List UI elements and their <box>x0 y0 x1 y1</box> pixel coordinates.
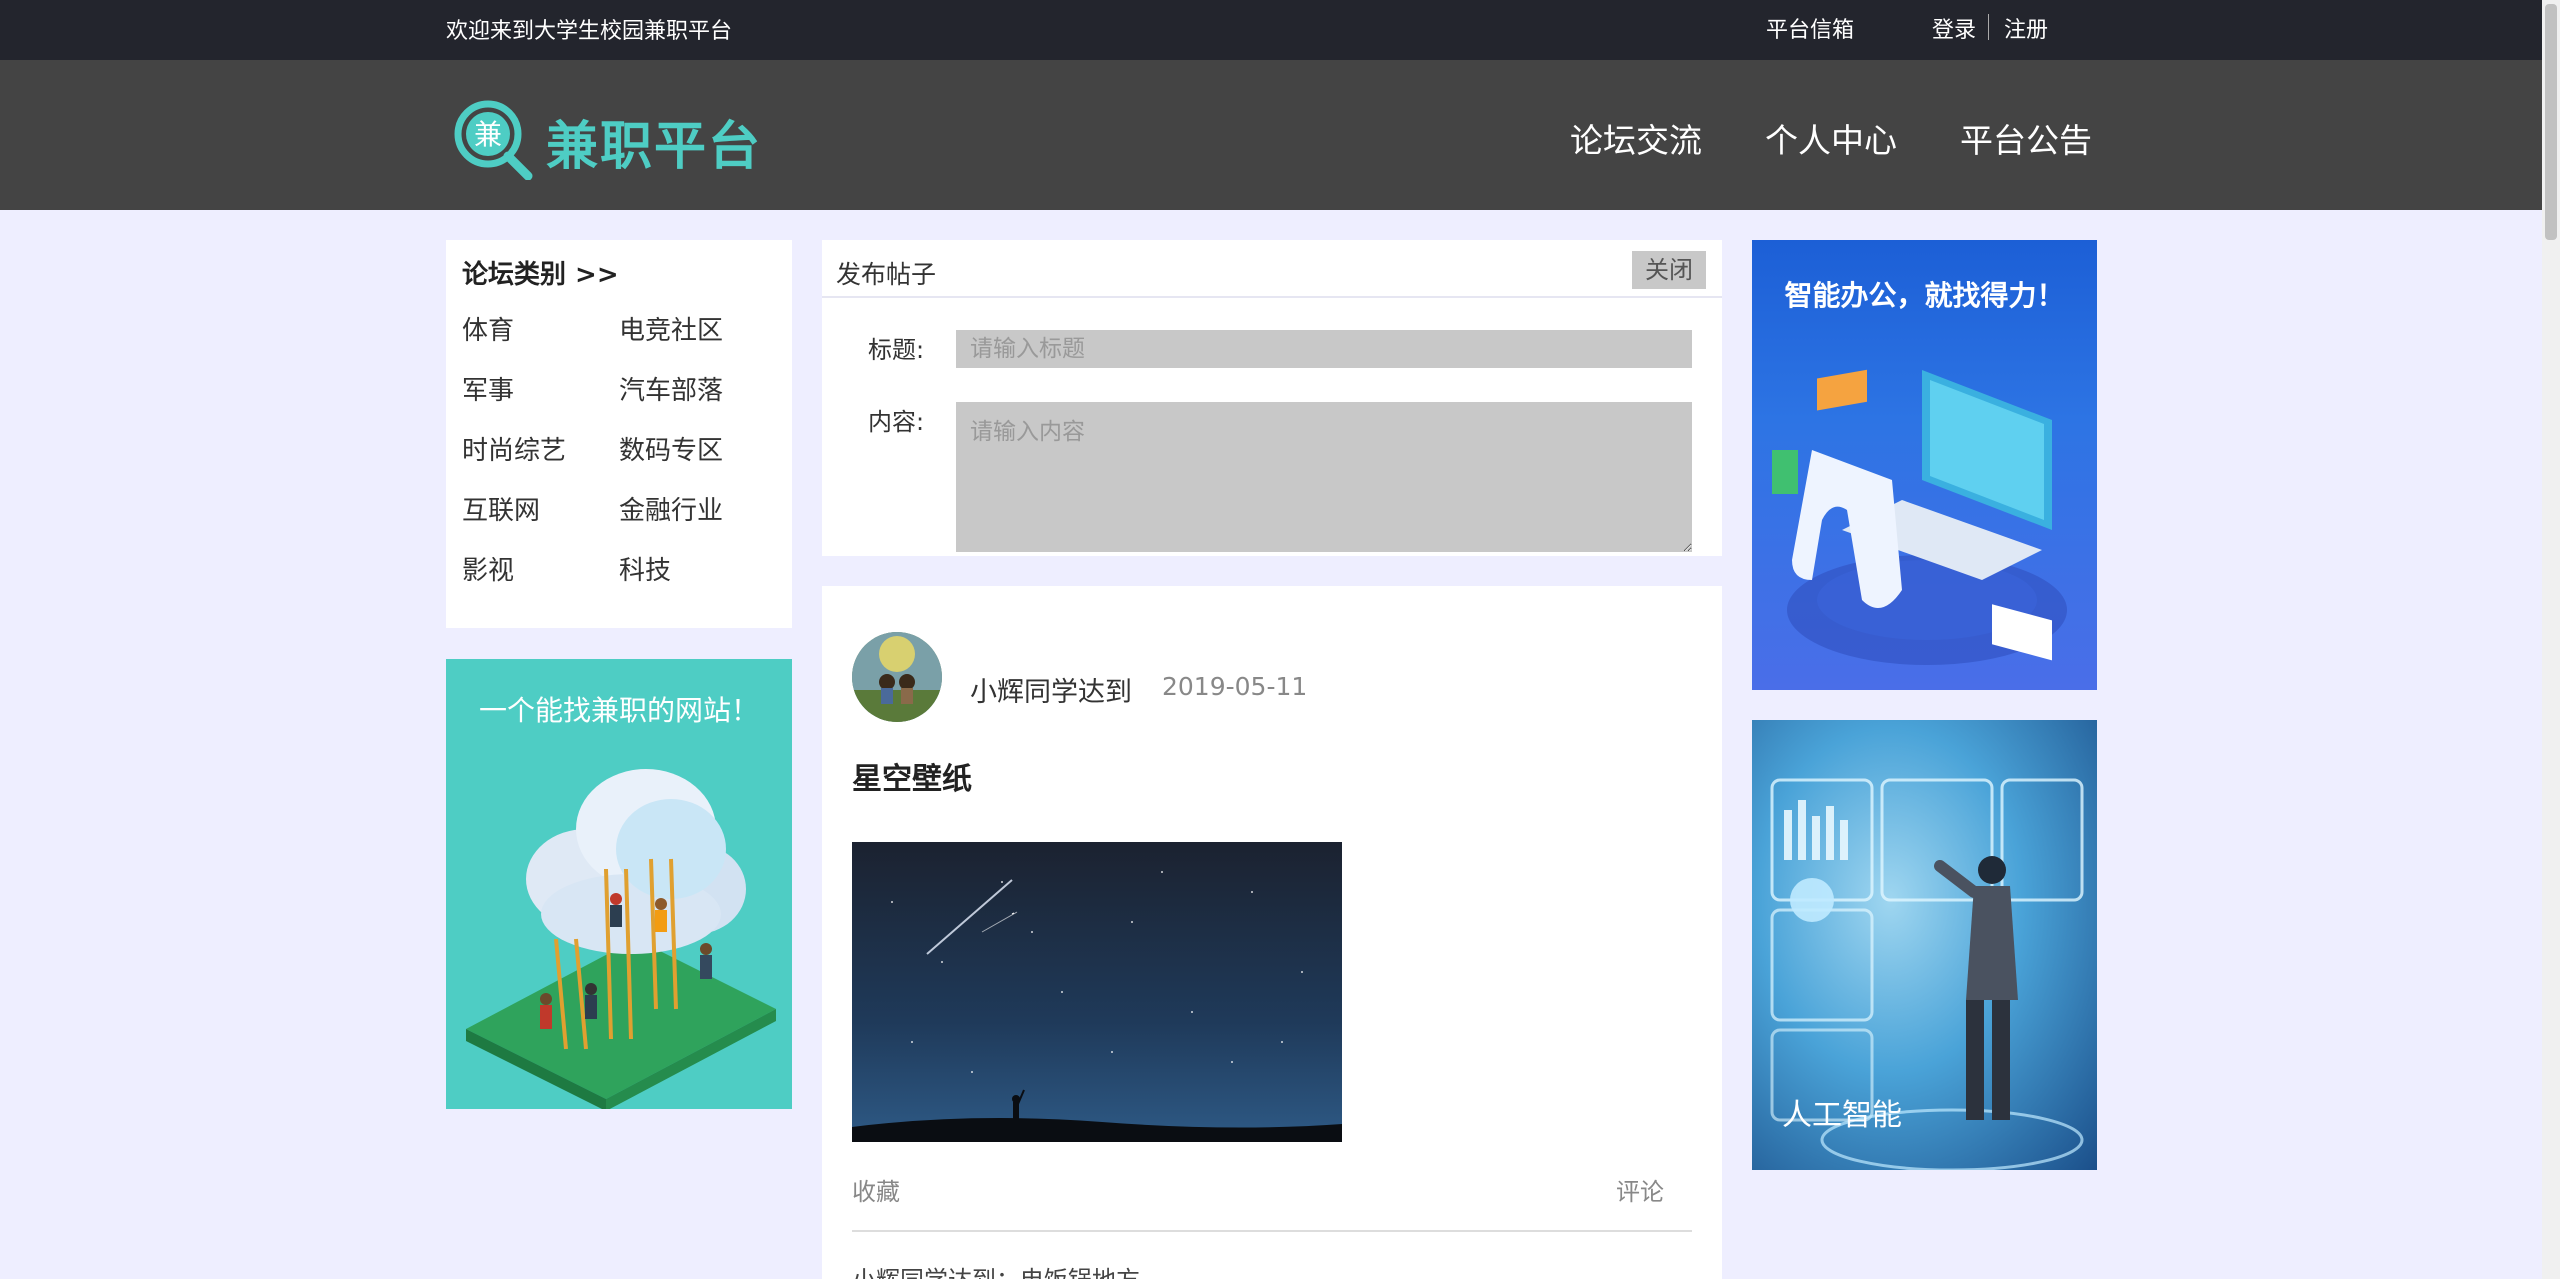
title-label: 标题: <box>868 336 925 364</box>
category-item[interactable]: 军事 <box>462 361 619 421</box>
cloud-ladder-illustration <box>466 769 776 1109</box>
categories-title: 论坛类别 >> <box>462 260 619 290</box>
category-item[interactable]: 科技 <box>619 541 769 601</box>
page-scrollbar[interactable] <box>2542 0 2560 1279</box>
category-item[interactable]: 时尚综艺 <box>462 421 619 481</box>
starry-sky-image <box>852 842 1342 1142</box>
scrollbar-thumb[interactable] <box>2545 4 2557 240</box>
post-title[interactable]: 星空壁纸 <box>852 754 972 798</box>
top-bar: 欢迎来到大学生校园兼职平台 平台信箱 登录 注册 <box>0 0 2560 60</box>
logo-char: 兼 <box>474 118 502 151</box>
content-label: 内容: <box>868 408 925 436</box>
left-ad-banner[interactable]: 一个能找兼职的网站！ <box>446 659 792 1109</box>
post-date: 2019-05-11 <box>1162 672 1308 701</box>
category-item[interactable]: 互联网 <box>462 481 619 541</box>
comment-reply: 小辉同学达到：电饭锅地方 <box>852 1260 1140 1279</box>
register-link[interactable]: 注册 <box>2004 12 2048 44</box>
close-button[interactable]: 关闭 <box>1632 251 1706 289</box>
right-ad-ai-caption: 人工智能 <box>1782 1098 1902 1133</box>
post-author[interactable]: 小辉同学达到 <box>970 670 1132 709</box>
divider <box>1988 14 1989 40</box>
publish-header: 发布帖子 关闭 <box>822 240 1722 298</box>
post-image[interactable] <box>852 842 1342 1142</box>
logo-icon[interactable]: 兼 <box>452 98 534 180</box>
nav-forum[interactable]: 论坛交流 <box>1570 114 1702 162</box>
welcome-text: 欢迎来到大学生校园兼职平台 <box>446 19 733 44</box>
category-grid: 体育 电竞社区 军事 汽车部落 时尚综艺 数码专区 互联网 金融行业 影视 科技 <box>462 301 776 601</box>
right-ad-ai[interactable]: 人工智能 <box>1752 720 2097 1170</box>
category-item[interactable]: 数码专区 <box>619 421 769 481</box>
publish-post-panel: 发布帖子 关闭 标题: 内容: <box>822 240 1722 556</box>
category-item[interactable]: 影视 <box>462 541 619 601</box>
login-link[interactable]: 登录 <box>1932 12 1976 44</box>
category-item[interactable]: 电竞社区 <box>619 301 769 361</box>
forum-categories: 论坛类别 >> 体育 电竞社区 军事 汽车部落 时尚综艺 数码专区 互联网 金融… <box>446 240 792 628</box>
content-textarea[interactable] <box>956 402 1692 552</box>
title-input[interactable] <box>956 330 1692 368</box>
logo-text[interactable]: 兼职平台 <box>546 104 762 179</box>
nav-announcements[interactable]: 平台公告 <box>1960 114 2092 162</box>
post-card: 小辉同学达到 2019-05-11 星空壁纸 收藏 评论 <box>822 586 1722 1279</box>
site-header: 兼 兼职平台 论坛交流 个人中心 平台公告 <box>0 60 2560 210</box>
category-item[interactable]: 金融行业 <box>619 481 769 541</box>
right-ad-office[interactable]: 智能办公，就找得力！ <box>1752 240 2097 690</box>
avatar[interactable] <box>852 632 942 722</box>
inbox-link[interactable]: 平台信箱 <box>1766 12 1854 44</box>
category-item[interactable]: 汽车部落 <box>619 361 769 421</box>
comment-button[interactable]: 评论 <box>1616 1172 1664 1207</box>
favorite-button[interactable]: 收藏 <box>852 1172 900 1207</box>
office-illustration <box>1772 369 2067 665</box>
avatar-image <box>852 632 942 722</box>
publish-title: 发布帖子 <box>836 260 937 289</box>
category-item[interactable]: 体育 <box>462 301 619 361</box>
nav-personal-center[interactable]: 个人中心 <box>1765 114 1897 162</box>
divider <box>852 1230 1692 1232</box>
